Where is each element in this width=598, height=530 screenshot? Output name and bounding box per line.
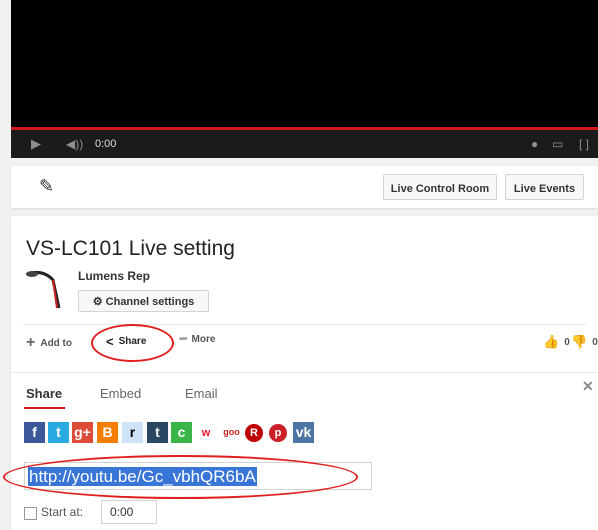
start-at-label: Start at: xyxy=(41,505,84,519)
thumbs-up-icon: 👍 xyxy=(543,334,560,349)
goo-icon[interactable]: goo xyxy=(221,422,242,443)
plus-icon: + xyxy=(26,334,36,351)
active-tab-underline xyxy=(24,407,65,409)
gear-icon: ⚙ xyxy=(92,296,103,308)
video-info-card: VS-LC101 Live setting Lumens Rep ⚙ Chann… xyxy=(11,216,598,372)
play-icon[interactable]: ▶ xyxy=(31,130,41,158)
video-title: VS-LC101 Live setting xyxy=(26,237,235,260)
dislike-count: 0 xyxy=(592,336,598,348)
facebook-icon[interactable]: f xyxy=(24,422,45,443)
cyworld-icon[interactable]: c xyxy=(171,422,192,443)
share-panel: Share Embed Email ✕ f t g+ Br t c w goo Rp vk htt… xyxy=(3,372,598,530)
vk-icon[interactable]: vk xyxy=(293,422,314,443)
channel-name[interactable]: Lumens Rep xyxy=(78,269,150,283)
edit-toolbar: ✎ Live Control Room Live Events xyxy=(11,166,598,208)
live-control-room-button[interactable]: Live Control Room xyxy=(383,174,497,200)
player-controls: ▶ ◀)) 0:00 ● ▭ [ ] xyxy=(11,130,598,158)
avatar[interactable] xyxy=(23,266,73,316)
weibo-icon[interactable]: w xyxy=(197,424,215,442)
more-button[interactable]: ••• More xyxy=(179,334,215,345)
pinterest-icon[interactable]: p xyxy=(269,424,287,442)
tab-email[interactable]: Email xyxy=(185,386,218,401)
rakuten-icon[interactable]: R xyxy=(245,424,263,442)
time-display: 0:00 xyxy=(95,138,117,150)
close-icon[interactable]: ✕ xyxy=(582,378,594,395)
reddit-icon[interactable]: r xyxy=(122,422,143,443)
theater-mode-icon[interactable]: ▭ xyxy=(552,130,563,158)
channel-settings-label: Channel settings xyxy=(105,296,195,308)
add-to-label: Add to xyxy=(40,337,72,349)
start-at-value: 0:00 xyxy=(110,505,134,519)
more-icon: ••• xyxy=(179,334,187,345)
fullscreen-icon[interactable]: [ ] xyxy=(579,130,589,158)
like-button[interactable]: 👍 0 xyxy=(543,334,570,350)
tumblr-icon[interactable]: t xyxy=(147,422,168,443)
more-label: More xyxy=(191,334,216,345)
volume-icon[interactable]: ◀)) xyxy=(66,130,83,158)
live-events-button[interactable]: Live Events xyxy=(505,174,584,200)
start-at-input[interactable]: 0:00 xyxy=(101,500,157,524)
tab-share[interactable]: Share xyxy=(26,386,62,401)
thumbs-down-icon: 👎 xyxy=(571,334,588,349)
highlight-ellipse-share xyxy=(91,324,174,362)
add-to-button[interactable]: + Add to xyxy=(26,334,72,352)
channel-settings-button[interactable]: ⚙ Channel settings xyxy=(78,290,209,312)
divider xyxy=(23,324,586,325)
twitter-icon[interactable]: t xyxy=(48,422,69,443)
tab-embed[interactable]: Embed xyxy=(100,386,141,401)
settings-icon[interactable]: ● xyxy=(531,130,538,158)
start-at-checkbox[interactable] xyxy=(24,507,37,520)
googleplus-icon[interactable]: g+ xyxy=(72,422,93,443)
blogger-icon[interactable]: B xyxy=(97,422,118,443)
like-count: 0 xyxy=(564,336,570,348)
dislike-button[interactable]: 👎 0 xyxy=(571,334,598,350)
highlight-ellipse-url xyxy=(3,455,358,499)
pencil-icon[interactable]: ✎ xyxy=(39,176,54,197)
